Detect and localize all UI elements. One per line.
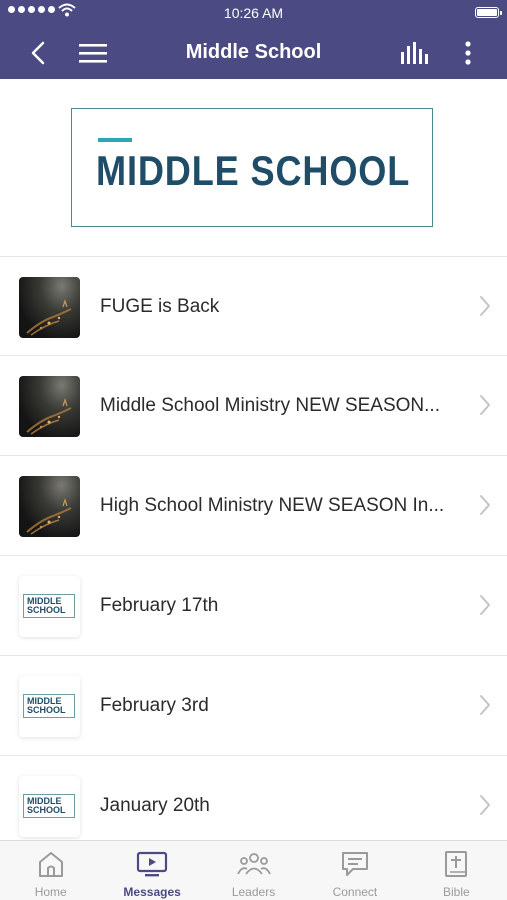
list-item-title: FUGE is Back [100,296,220,317]
thumbnail-logo-text: MIDDLE SCHOOL [27,796,66,815]
item-thumbnail-logo: MIDDLE SCHOOL [19,676,80,737]
tab-label: Bible [442,885,470,899]
list-item[interactable]: FUGE is Back [0,256,507,356]
tab-messages[interactable]: Messages [101,841,202,900]
chevron-right-icon [479,295,491,322]
tab-label: Leaders [231,885,276,899]
audio-bars-icon[interactable] [398,26,432,79]
tab-label: Messages [123,885,181,899]
tab-label: Connect [332,885,378,899]
bible-icon [406,850,507,878]
chevron-right-icon [479,594,491,621]
tab-bar: Home Messages Leaders Connect Bible [0,840,507,900]
list-item-title: High School Ministry NEW SEASON In... [100,495,445,516]
battery-icon [475,7,502,18]
banner-section: MIDDLE SCHOOL [0,79,507,256]
item-thumbnail-photo [19,476,80,537]
item-thumbnail-logo: MIDDLE SCHOOL [19,776,80,837]
item-thumbnail-photo [19,277,80,338]
list-item-title: February 17th [100,595,219,616]
chevron-right-icon [479,794,491,821]
chevron-right-icon [479,494,491,521]
thumbnail-logo-text: MIDDLE SCHOOL [27,696,66,715]
list-item[interactable]: Middle School Ministry NEW SEASON... [0,356,507,456]
back-icon[interactable] [24,26,52,79]
tab-label: Home [34,885,67,899]
list-item[interactable]: High School Ministry NEW SEASON In... [0,456,507,556]
middle-school-logo: MIDDLE SCHOOL [71,108,433,227]
menu-icon[interactable] [78,26,108,79]
thumbnail-logo-box: MIDDLE SCHOOL [23,694,75,718]
message-list: FUGE is Back Middle School Ministry NEW S… [0,256,507,856]
item-thumbnail-logo: MIDDLE SCHOOL [19,576,80,637]
tab-bible[interactable]: Bible [406,841,507,900]
app-header: 10:26 AM Middle School [0,0,507,79]
thumbnail-logo-box: MIDDLE SCHOOL [23,794,75,818]
chevron-right-icon [479,394,491,421]
tab-leaders[interactable]: Leaders [203,841,304,900]
more-options-icon[interactable] [456,26,480,79]
list-item-title: Middle School Ministry NEW SEASON... [100,395,440,416]
tab-home[interactable]: Home [0,841,101,900]
logo-text: MIDDLE SCHOOL [96,147,411,194]
logo-accent-bar [98,138,132,142]
list-item[interactable]: MIDDLE SCHOOL February 17th [0,556,507,656]
item-thumbnail-photo [19,376,80,437]
people-icon [203,850,304,878]
tab-connect[interactable]: Connect [304,841,405,900]
status-bar: 10:26 AM [0,0,507,26]
home-icon [0,850,101,878]
chat-icon [304,850,405,878]
tv-play-icon [101,850,202,878]
thumbnail-logo-box: MIDDLE SCHOOL [23,594,75,618]
list-item-title: February 3rd [100,695,209,716]
list-item[interactable]: MIDDLE SCHOOL February 3rd [0,656,507,756]
nav-bar: Middle School [0,26,507,79]
status-time: 10:26 AM [223,5,284,21]
chevron-right-icon [479,694,491,721]
thumbnail-logo-text: MIDDLE SCHOOL [27,596,66,615]
